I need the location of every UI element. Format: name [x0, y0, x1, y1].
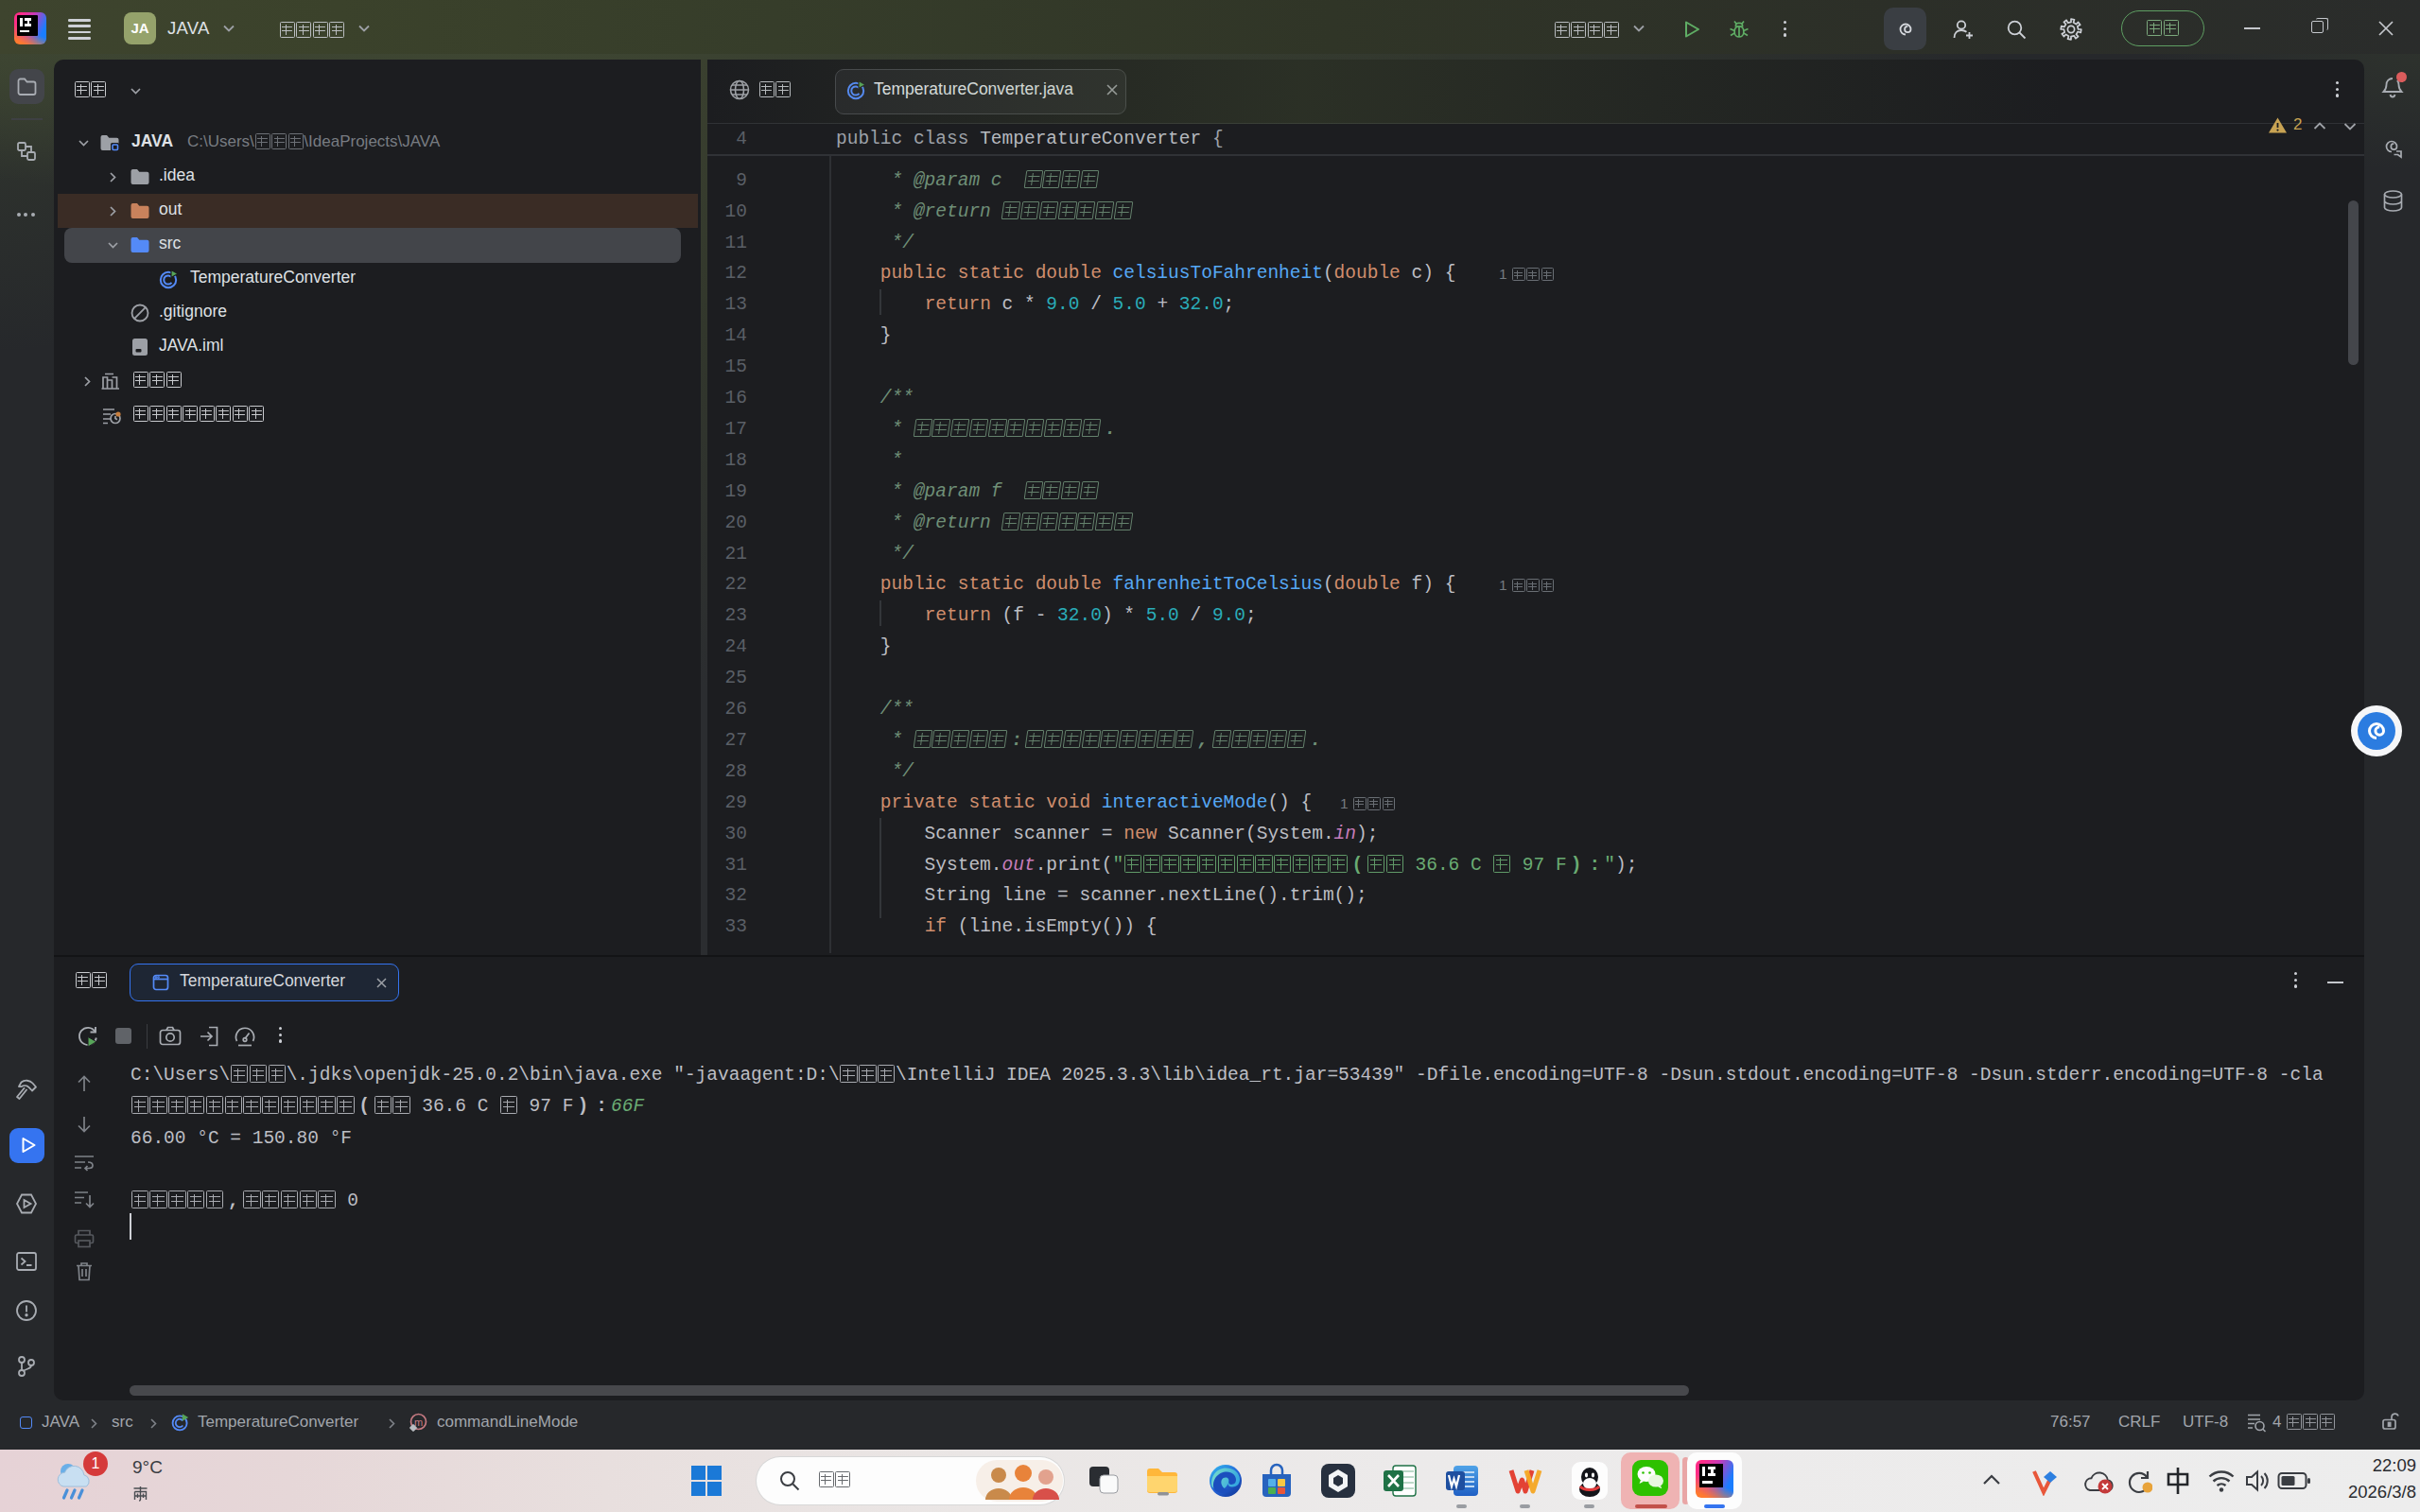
svg-text:m: m [414, 1416, 423, 1428]
